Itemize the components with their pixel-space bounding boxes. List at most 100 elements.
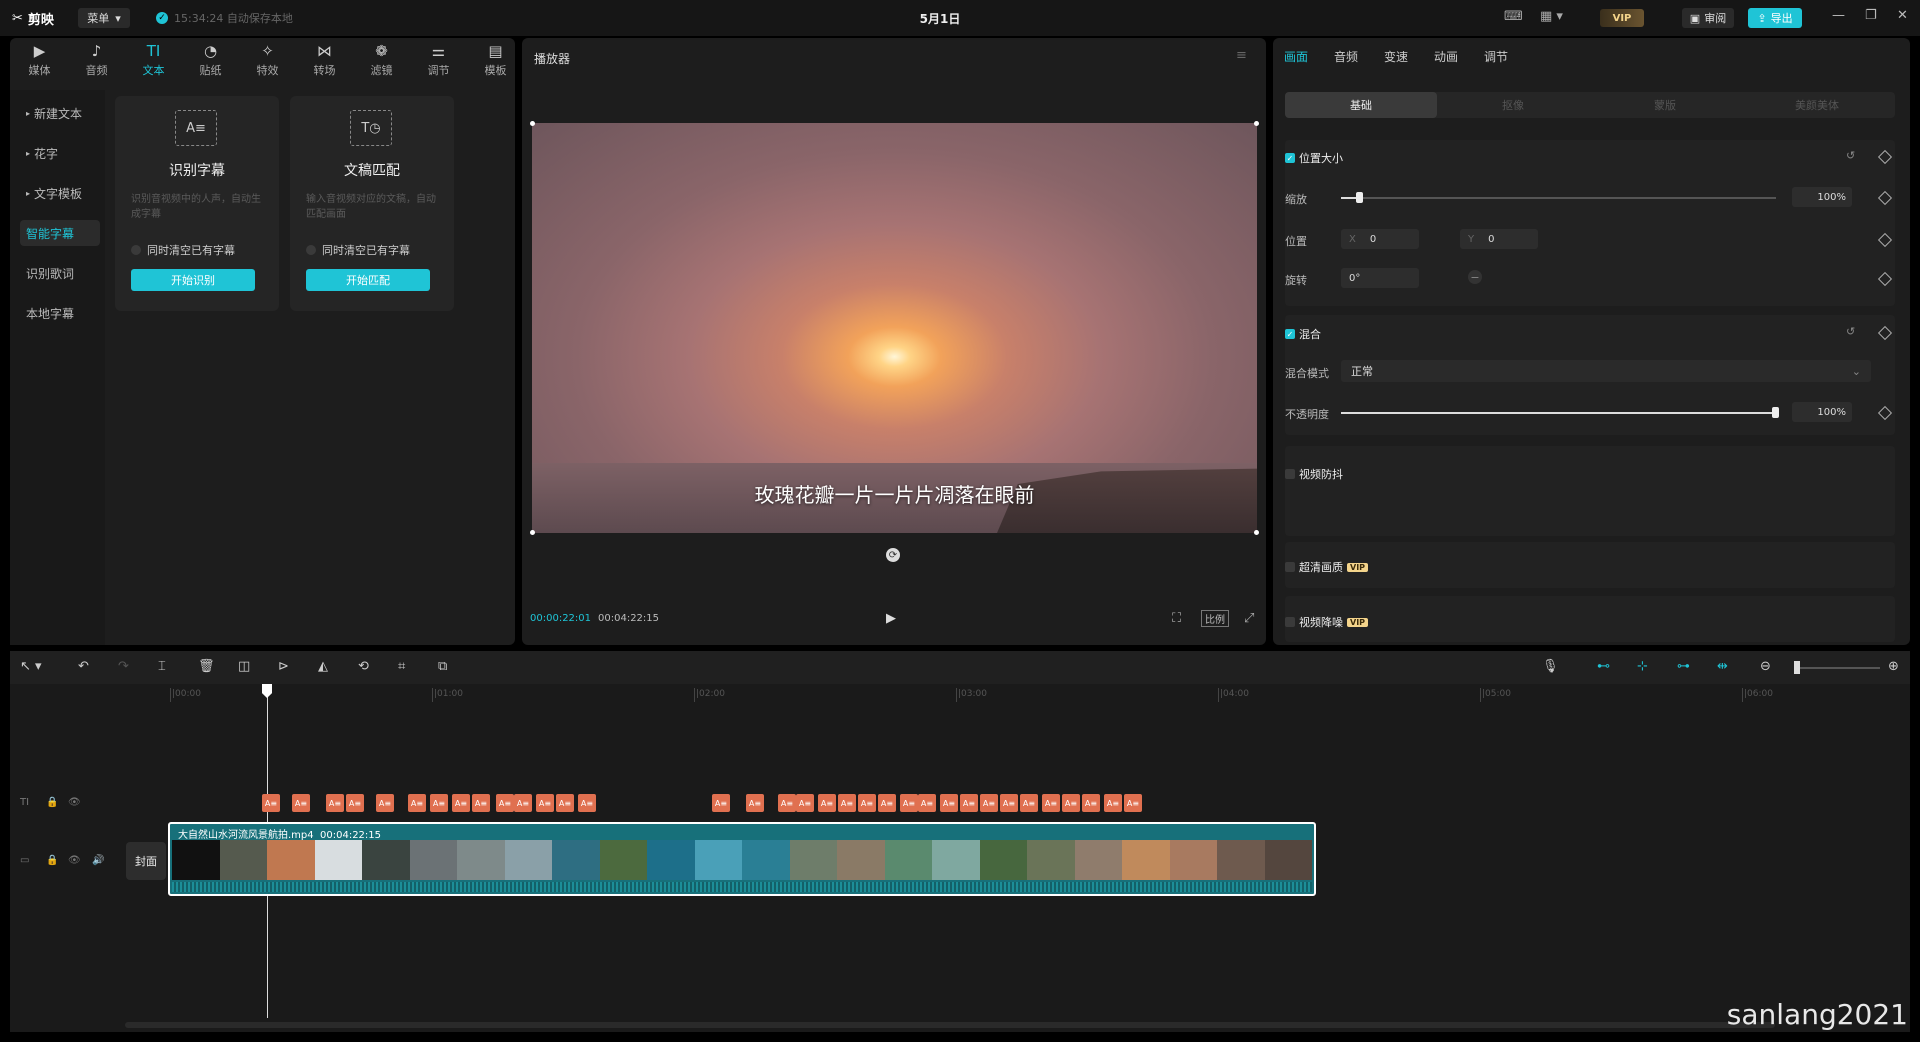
- inspector-tab[interactable]: 动画: [1434, 48, 1458, 65]
- rotate-clip-icon[interactable]: ⟲: [358, 659, 369, 674]
- subtitle-clip[interactable]: A≡: [960, 794, 978, 812]
- close-icon[interactable]: ✕: [1897, 8, 1908, 23]
- fullscreen-icon[interactable]: ⤢: [1244, 611, 1254, 626]
- split-icon[interactable]: ⌶: [158, 659, 166, 674]
- zoom-slider-knob[interactable]: [1794, 661, 1800, 674]
- subtitle-clip[interactable]: A≡: [346, 794, 364, 812]
- tab-template[interactable]: ▤ 模板: [468, 38, 523, 82]
- clear-subtitle-checkbox[interactable]: 同时清空已有字幕: [306, 242, 410, 258]
- subtitle-clip[interactable]: A≡: [1124, 794, 1142, 812]
- link-main-track-icon[interactable]: ⊷: [1597, 659, 1610, 674]
- zoom-slider-track[interactable]: [1800, 667, 1880, 669]
- position-size-checkbox[interactable]: ✓ 位置大小: [1285, 150, 1343, 166]
- subtitle-clip[interactable]: A≡: [818, 794, 836, 812]
- subtitle-clip[interactable]: A≡: [514, 794, 532, 812]
- mirror-icon[interactable]: ◭: [318, 659, 328, 674]
- preview-axis-icon[interactable]: ⇹: [1717, 659, 1728, 674]
- shortcut-icon[interactable]: ⌨: [1504, 9, 1523, 24]
- subtitle-clip[interactable]: A≡: [1082, 794, 1100, 812]
- subnav-item[interactable]: ▸ 新建文本: [20, 100, 100, 126]
- inspector-tab[interactable]: 调节: [1484, 48, 1508, 65]
- subtitle-clip[interactable]: A≡: [1000, 794, 1018, 812]
- play-icon[interactable]: ▶: [886, 611, 896, 626]
- rotate-reset-icon[interactable]: −: [1468, 270, 1482, 284]
- subtitle-clip[interactable]: A≡: [712, 794, 730, 812]
- opacity-slider-knob[interactable]: [1772, 407, 1779, 418]
- subtitle-clip[interactable]: A≡: [496, 794, 514, 812]
- eye-icon[interactable]: 👁: [68, 855, 81, 866]
- reset-icon[interactable]: ↺: [1846, 149, 1855, 162]
- restore-icon[interactable]: ❐: [1865, 8, 1877, 23]
- subnav-item[interactable]: ▸ 花字: [20, 140, 100, 166]
- linkage-icon[interactable]: ⊶: [1677, 659, 1690, 674]
- subtitle-clip[interactable]: A≡: [556, 794, 574, 812]
- eye-icon[interactable]: 👁: [68, 797, 81, 808]
- inspector-subtab[interactable]: 基础: [1285, 92, 1437, 118]
- subtitle-clip[interactable]: A≡: [292, 794, 310, 812]
- snap-icon[interactable]: ⊹: [1637, 659, 1648, 674]
- subtitle-clip[interactable]: A≡: [536, 794, 554, 812]
- cover-button[interactable]: 封面: [126, 842, 166, 880]
- fit-screen-icon[interactable]: ⛶: [1172, 611, 1181, 626]
- subtitle-clip[interactable]: A≡: [980, 794, 998, 812]
- position-y-input[interactable]: Y0: [1460, 229, 1538, 249]
- subtitle-clip[interactable]: A≡: [1104, 794, 1122, 812]
- layout-icon[interactable]: ▦ ▾: [1540, 9, 1563, 24]
- opacity-value[interactable]: 100%: [1792, 402, 1852, 422]
- minimize-icon[interactable]: —: [1832, 8, 1845, 23]
- inspector-tab[interactable]: 变速: [1384, 48, 1408, 65]
- menu-button[interactable]: 菜单 ▾: [78, 8, 130, 28]
- subtitle-clip[interactable]: A≡: [900, 794, 918, 812]
- speaker-icon[interactable]: 🔊: [92, 855, 104, 866]
- inspector-subtab[interactable]: 蒙版: [1589, 92, 1741, 118]
- reset-icon[interactable]: ↺: [1846, 325, 1855, 338]
- blend-checkbox[interactable]: ✓ 混合: [1285, 326, 1321, 342]
- subtitle-clip[interactable]: A≡: [430, 794, 448, 812]
- tab-audio[interactable]: ♪ 音频: [69, 38, 124, 82]
- zoom-in-icon[interactable]: ⊕: [1888, 659, 1899, 674]
- export-button[interactable]: ⇪ 导出: [1748, 8, 1802, 28]
- subnav-item[interactable]: 识别歌词: [20, 260, 100, 286]
- subtitle-clip[interactable]: A≡: [262, 794, 280, 812]
- subtitle-clip[interactable]: A≡: [878, 794, 896, 812]
- subtitle-clip[interactable]: A≡: [1062, 794, 1080, 812]
- resize-handle[interactable]: [1254, 121, 1259, 126]
- lock-icon[interactable]: 🔒: [46, 797, 58, 808]
- subtitle-clip[interactable]: A≡: [452, 794, 470, 812]
- hamburger-icon[interactable]: ≡: [1236, 48, 1247, 63]
- select-tool-icon[interactable]: ↖ ▾: [20, 659, 42, 674]
- zoom-out-icon[interactable]: ⊖: [1760, 659, 1771, 674]
- resize-handle[interactable]: [530, 121, 535, 126]
- redo-icon[interactable]: ↷: [118, 659, 129, 674]
- subtitle-clip[interactable]: A≡: [838, 794, 856, 812]
- tab-media[interactable]: ▶ 媒体: [12, 38, 67, 82]
- delete-icon[interactable]: 🗑: [198, 659, 215, 674]
- tab-text[interactable]: TI 文本: [126, 38, 181, 82]
- position-x-input[interactable]: X0: [1341, 229, 1419, 249]
- scale-value[interactable]: 100%: [1792, 187, 1852, 207]
- lock-icon[interactable]: 🔒: [46, 855, 58, 866]
- scale-slider-knob[interactable]: [1356, 192, 1363, 203]
- resize-handle[interactable]: [1254, 530, 1259, 535]
- subtitle-clip[interactable]: A≡: [1020, 794, 1038, 812]
- inspector-subtab[interactable]: 美颜美体: [1741, 92, 1893, 118]
- subtitle-clip[interactable]: A≡: [746, 794, 764, 812]
- clear-subtitle-checkbox[interactable]: 同时清空已有字幕: [131, 242, 235, 258]
- video-clip[interactable]: 大自然山水河流风景航拍.mp4 00:04:22:15: [168, 822, 1316, 896]
- subtitle-clip[interactable]: A≡: [408, 794, 426, 812]
- subnav-item[interactable]: 本地字幕: [20, 300, 100, 326]
- subtitle-clip[interactable]: A≡: [796, 794, 814, 812]
- video-preview[interactable]: 玫瑰花瓣一片一片片凋落在眼前: [530, 121, 1259, 535]
- image-adjust-icon[interactable]: ⧉: [438, 659, 447, 674]
- freeze-icon[interactable]: ◫: [238, 659, 250, 674]
- inspector-tab[interactable]: 音频: [1334, 48, 1358, 65]
- subtitle-clip[interactable]: A≡: [1042, 794, 1060, 812]
- ratio-button[interactable]: 比例: [1201, 610, 1229, 627]
- resize-handle[interactable]: [530, 530, 535, 535]
- rotate-icon[interactable]: ⟳: [886, 548, 900, 562]
- tab-transition[interactable]: ⋈ 转场: [297, 38, 352, 82]
- subtitle-clip[interactable]: A≡: [578, 794, 596, 812]
- scale-slider-track[interactable]: [1341, 197, 1776, 199]
- subtitle-clip[interactable]: A≡: [376, 794, 394, 812]
- start-match-button[interactable]: 开始匹配: [306, 269, 430, 291]
